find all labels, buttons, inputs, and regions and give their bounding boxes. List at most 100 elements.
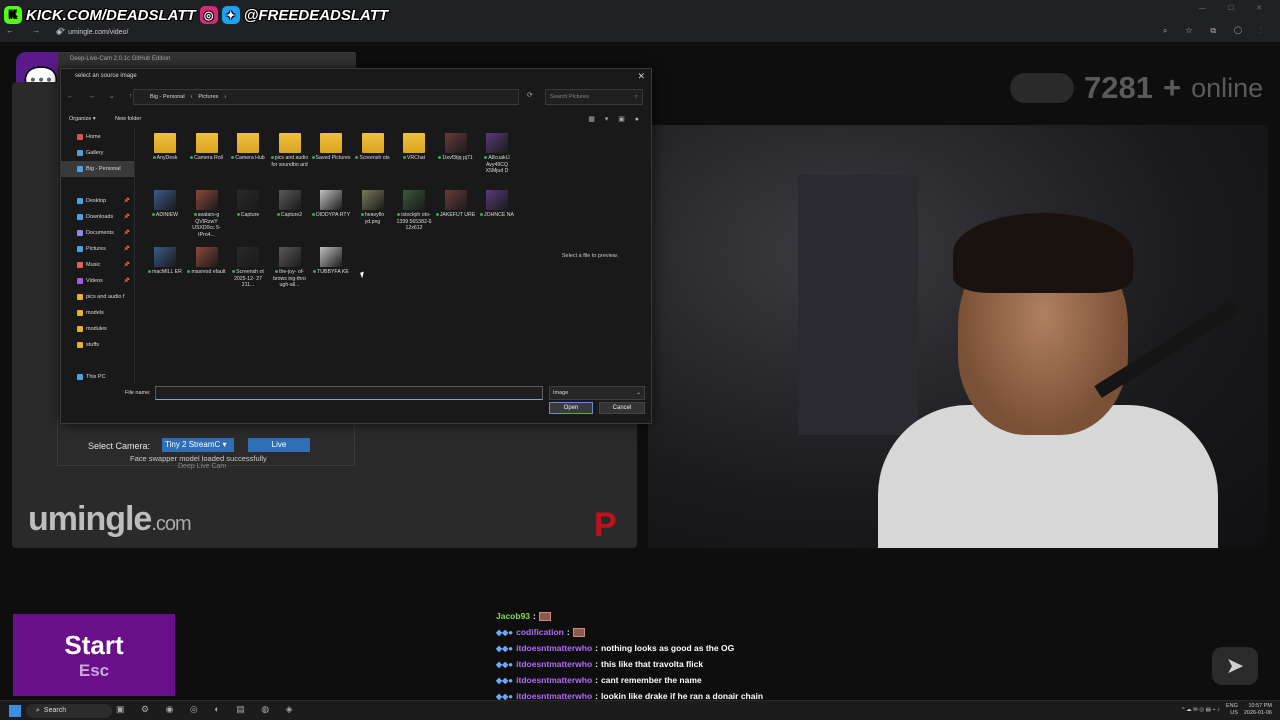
file-name: TUBBYFA KE [317, 269, 349, 275]
close-icon[interactable]: ✕ [637, 71, 645, 82]
nav-item[interactable]: Downloads 📌 [61, 209, 134, 225]
image-file-item[interactable]: heavyflo yd.png [353, 190, 393, 247]
file-name: A8cuakIJ Avy49CQ X5Mjud D [485, 155, 510, 174]
folder-item[interactable]: AnyDesk [145, 133, 185, 190]
breadcrumb-item[interactable]: Big - Personal [150, 94, 185, 100]
partner-logo-icon: P [594, 506, 617, 544]
organize-button[interactable]: Organize ▾ [69, 116, 96, 122]
nav-item-label: stuffs [86, 342, 100, 348]
nav-item[interactable]: Gallery [61, 145, 134, 161]
image-thumbnail [486, 133, 508, 153]
file-name: Screensh ot 2025-12- 27 211... [234, 269, 264, 288]
nav-item-label: pics and audio f [86, 294, 125, 300]
nav-item-label: Desktop [86, 198, 107, 204]
address-bar[interactable]: ◉ umingle.com/video/ [56, 24, 1206, 40]
breadcrumb-item[interactable]: Pictures [198, 94, 218, 100]
folder-item[interactable]: pics and audio for soundbo ard [270, 133, 310, 190]
browser-toolbar-icons[interactable]: ⌕ ☆ ⧉ ◯ ⋮ [1163, 26, 1270, 36]
image-file-item[interactable]: macMILL ER [145, 247, 185, 304]
cancel-button[interactable]: Cancel [599, 402, 645, 414]
image-thumbnail [486, 190, 508, 210]
taskbar-search[interactable]: ⌕ Search [26, 704, 112, 718]
image-file-item[interactable]: A8cuakIJ Avy49CQ X5Mjud D [477, 133, 517, 190]
image-file-item[interactable]: Capture [228, 190, 268, 247]
image-file-item[interactable]: DIDDYPA RTY [311, 190, 351, 247]
image-file-item[interactable]: JAKEFUT URE [435, 190, 476, 247]
nav-item[interactable]: models [61, 305, 134, 321]
brand-logo: umingle.com [28, 500, 192, 539]
online-toggle[interactable] [1010, 73, 1074, 103]
image-file-item[interactable]: the-joy- of-brows ing-thro ugh-all... [270, 247, 310, 304]
sync-status-icon [313, 270, 317, 273]
image-file-item[interactable]: istockph oto-1399 565382-6 12x612 [394, 190, 434, 247]
sync-status-icon [435, 213, 439, 216]
nav-item[interactable]: modules [61, 321, 134, 337]
folder-item[interactable]: VRChat [394, 133, 434, 190]
nav-item[interactable]: Home [61, 129, 134, 145]
nav-arrows[interactable]: ← → ⌄ ↑ [67, 92, 138, 100]
file-name: maxresd efault [191, 269, 226, 275]
view-options-icon[interactable]: ▦ ▾ ▣ ● [588, 115, 643, 123]
file-name-input[interactable] [155, 386, 543, 400]
pinned-apps[interactable]: ▣ ⚙ ◉ ◎ ◐ ▤ ◍ ◈ [116, 704, 300, 715]
nav-item[interactable]: Desktop 📌 [61, 193, 134, 209]
image-thumbnail [278, 190, 301, 210]
folder-item[interactable]: Camera Roll [187, 133, 227, 190]
kick-icon: K [4, 6, 22, 24]
image-file-item[interactable]: Capture2 [270, 190, 310, 247]
nav-item[interactable]: Music 📌 [61, 257, 134, 273]
image-file-item[interactable]: 1txvf3tjq pj71 [436, 133, 476, 190]
window-controls[interactable]: — ☐ ✕ [1199, 4, 1272, 12]
image-file-item[interactable]: maxresd efault [187, 247, 227, 304]
folder-icon [77, 342, 83, 348]
search-input[interactable]: Search Pictures ⌕ [545, 89, 643, 105]
send-icon[interactable]: ➤ [1212, 647, 1258, 685]
taskbar: ⌕ Search ▣ ⚙ ◉ ◎ ◐ ▤ ◍ ◈ ^ ☁ ✉ ◎ ▤ ⌁ ♪ E… [0, 700, 1280, 720]
nav-item[interactable]: This PC [61, 369, 134, 383]
breadcrumb[interactable]: Big - Personal › Pictures › [133, 89, 519, 105]
file-name: VRChat [406, 155, 426, 161]
camera-select[interactable]: Tiny 2 StreamC ▾ [162, 438, 234, 452]
image-file-item[interactable]: TUBBYFA KE [311, 247, 351, 304]
windows-start-icon[interactable] [9, 705, 21, 717]
folder-item[interactable]: Saved Pictures [311, 133, 351, 190]
nav-item[interactable]: pics and audio f [61, 289, 134, 305]
pin-icon: 📌 [123, 278, 130, 284]
video-person-hair [953, 213, 1133, 293]
language-indicator[interactable]: ENG US [1226, 703, 1238, 716]
file-name: Camera Roll [194, 155, 223, 161]
tray-icons[interactable]: ^ ☁ ✉ ◎ ▤ ⌁ ♪ [1182, 707, 1220, 713]
image-file-item[interactable]: JOHNCE NA [477, 190, 517, 247]
open-button[interactable]: Open [549, 402, 593, 414]
nav-item[interactable]: stuffs [61, 337, 134, 353]
image-file-item[interactable]: avatars-g QVIRzwY USXD0cc 5-tPrn4... [187, 190, 227, 247]
nav-item[interactable]: Videos 📌 [61, 273, 134, 289]
nav-item[interactable]: Big - Personal [61, 161, 134, 177]
file-type-value: Image [553, 390, 569, 396]
image-thumbnail [278, 247, 301, 267]
folder-item[interactable]: Camera Hub [228, 133, 268, 190]
clock[interactable]: 10:57 PM 2026-01-06 [1244, 703, 1272, 716]
refresh-icon[interactable]: ⟳ [527, 91, 533, 99]
system-tray[interactable]: ^ ☁ ✉ ◎ ▤ ⌁ ♪ ENG US 10:57 PM 2026-01-06 [1182, 703, 1272, 716]
nav-item[interactable]: Pictures 📌 [61, 241, 134, 257]
file-name: Screensh ots [359, 155, 390, 161]
nav-item[interactable]: Documents 📌 [61, 225, 134, 241]
start-shortcut: Esc [78, 660, 110, 680]
file-grid: AnyDesk Camera Roll Camera Hub pics and aud… [145, 129, 525, 383]
lang-top: ENG [1225, 703, 1238, 709]
new-folder-button[interactable]: New folder [115, 116, 141, 122]
image-thumbnail [195, 247, 218, 267]
file-type-select[interactable]: Image ⌄ [549, 386, 645, 400]
folder-item[interactable]: Screensh ots [353, 133, 393, 190]
live-button[interactable]: Live [248, 438, 310, 452]
start-button[interactable]: Start Esc [13, 614, 175, 696]
folder-icon [77, 262, 83, 268]
image-file-item[interactable]: ADINIEW [145, 190, 185, 247]
chat-badges-icon: ◆◆● [496, 627, 514, 637]
image-file-item[interactable]: Screensh ot 2025-12- 27 211... [228, 247, 268, 304]
nav-buttons[interactable]: ← → ⟳ [6, 26, 73, 35]
file-open-dialog: select an source image ✕ ← → ⌄ ↑ Big - P… [60, 68, 652, 424]
sync-status-icon [232, 270, 236, 273]
sync-status-icon [275, 270, 279, 273]
